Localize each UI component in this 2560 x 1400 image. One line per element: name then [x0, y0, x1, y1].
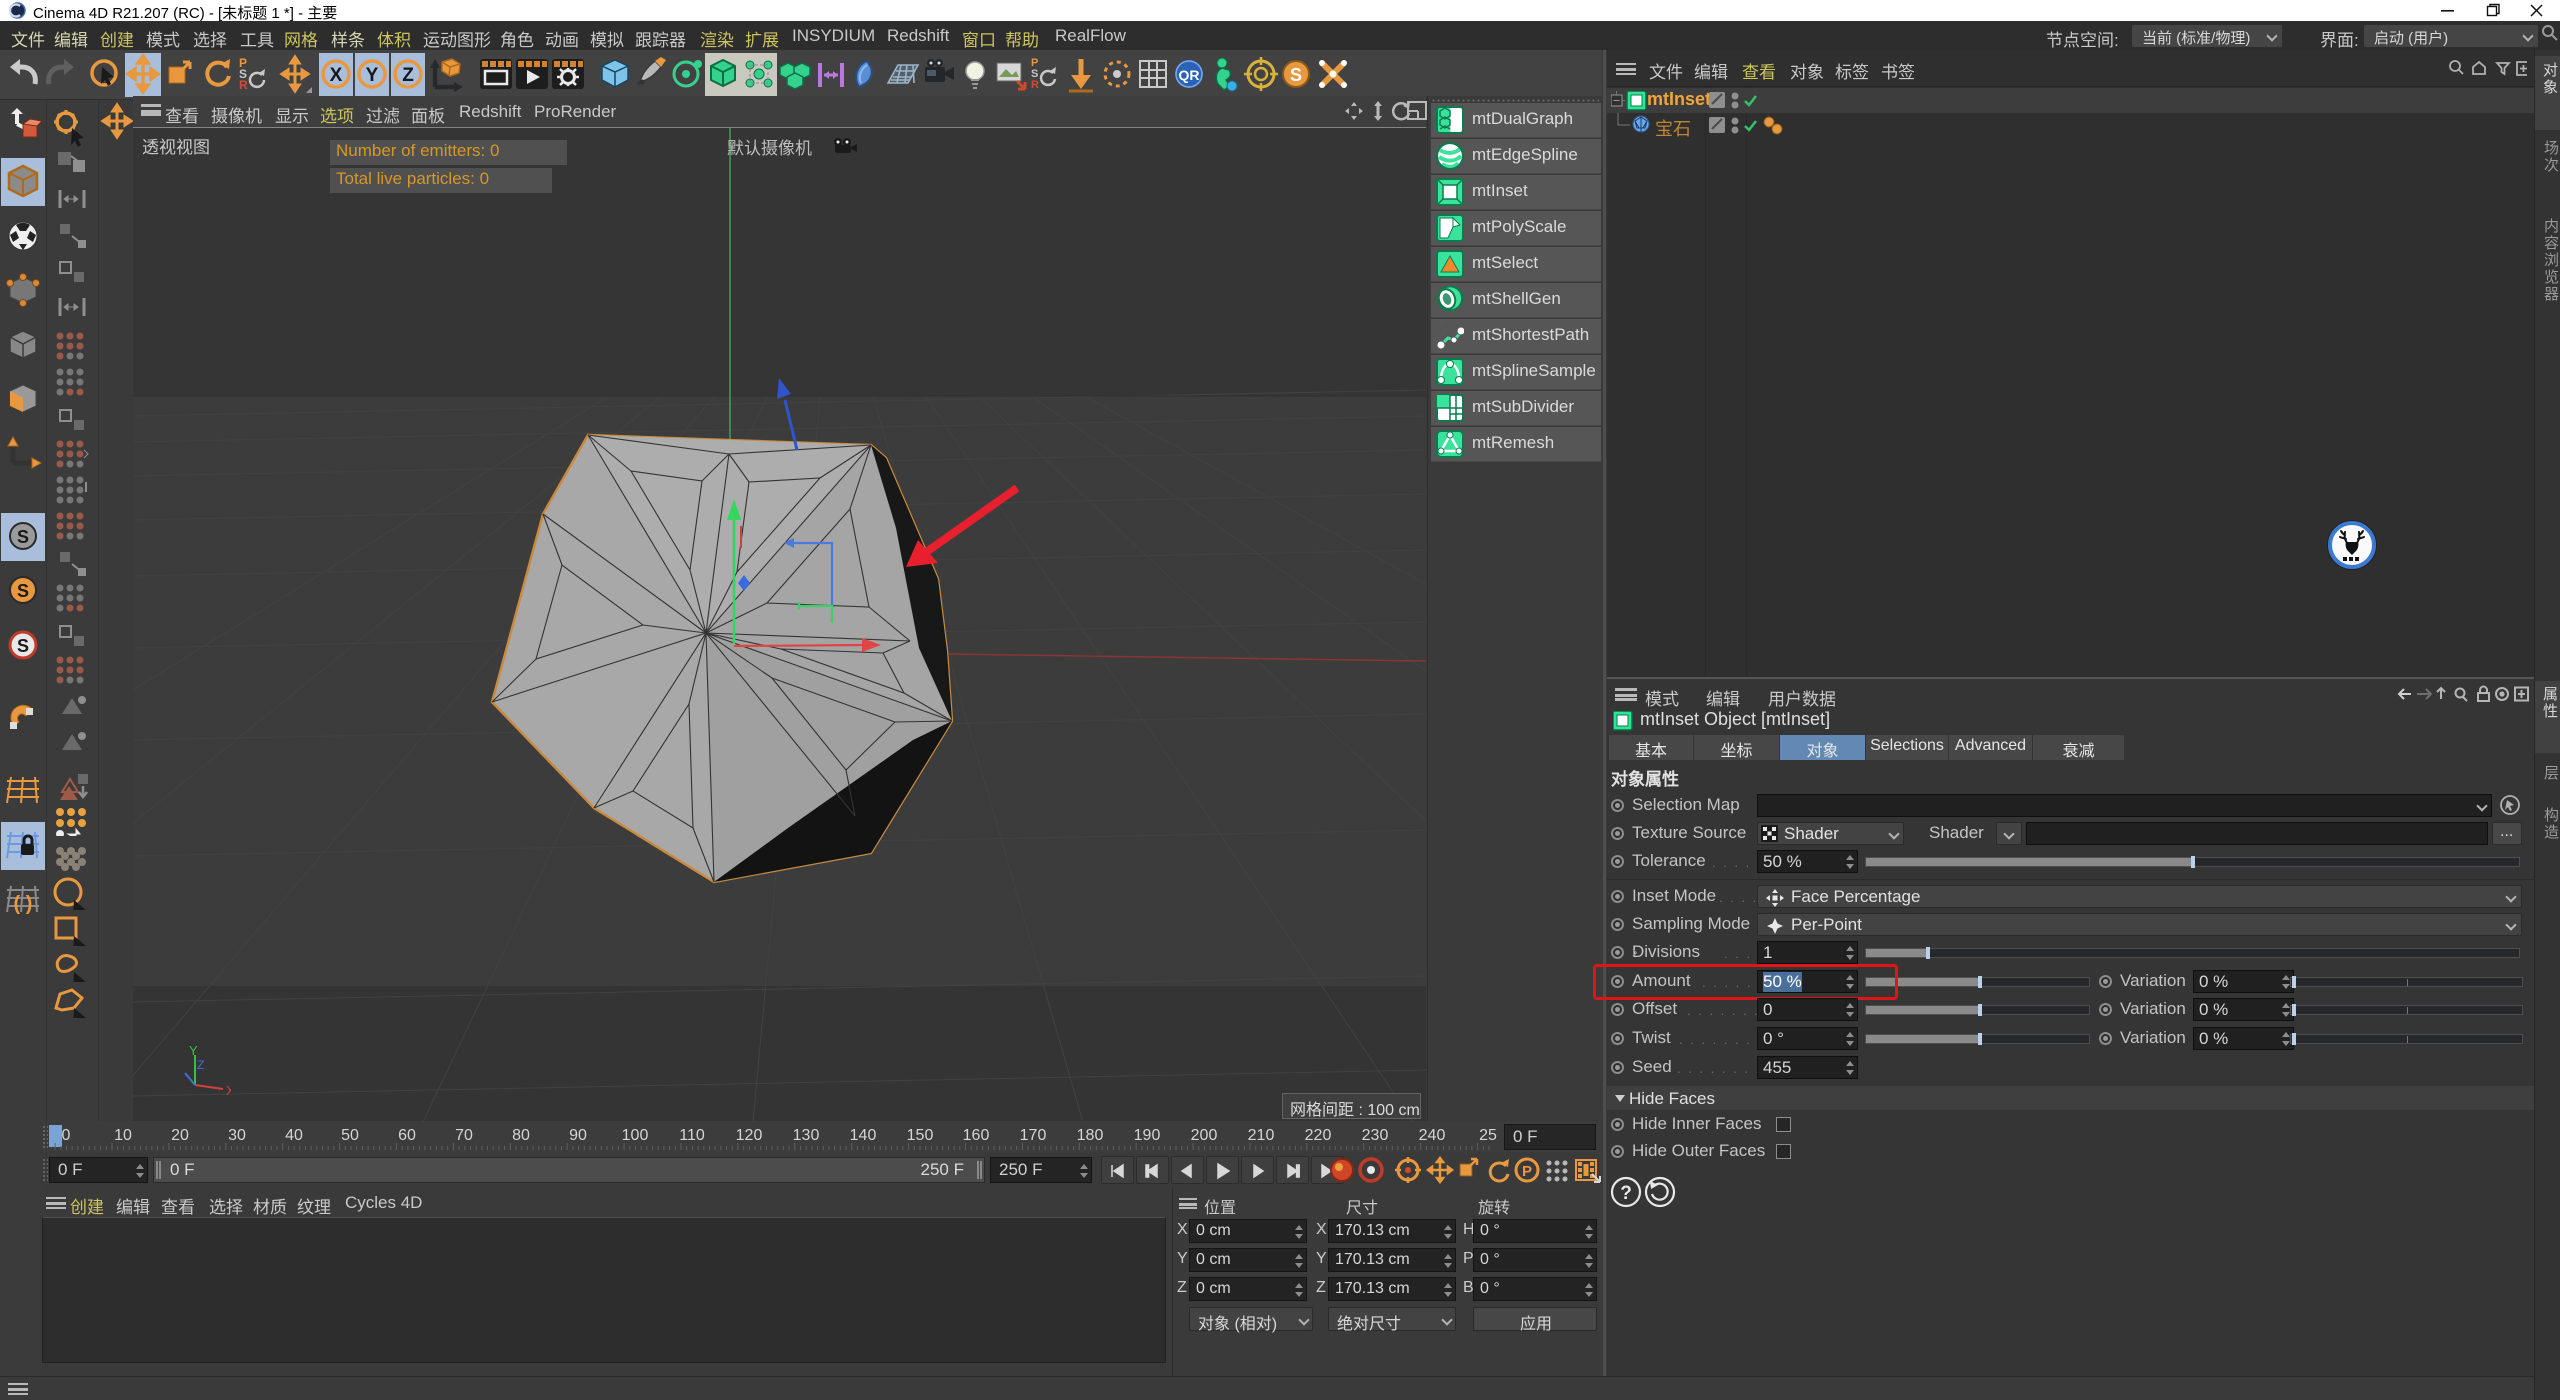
svg-text:X: X	[226, 1083, 231, 1098]
svg-text:S: S	[1290, 65, 1302, 85]
svg-text:110: 110	[679, 1127, 705, 1144]
svg-text:( ): ( )	[14, 893, 33, 915]
svg-text:150: 150	[907, 1127, 934, 1144]
svg-text:S: S	[17, 636, 29, 656]
svg-text:R: R	[1031, 79, 1039, 91]
svg-text:240: 240	[1419, 1127, 1446, 1144]
svg-text:X: X	[330, 65, 343, 86]
svg-text:220: 220	[1305, 1127, 1332, 1144]
svg-text:40: 40	[285, 1127, 303, 1144]
svg-text:?: ?	[1620, 1183, 1632, 1204]
svg-text:20: 20	[171, 1127, 189, 1144]
svg-text:S: S	[17, 527, 29, 547]
svg-text:190: 190	[1134, 1127, 1161, 1144]
svg-text:100: 100	[622, 1127, 649, 1144]
svg-text:180: 180	[1077, 1127, 1104, 1144]
svg-text:QR: QR	[1179, 67, 1200, 83]
svg-text:230: 230	[1362, 1127, 1389, 1144]
svg-text:0: 0	[62, 1127, 71, 1144]
svg-text:90: 90	[569, 1127, 587, 1144]
svg-text:25: 25	[1479, 1127, 1497, 1144]
svg-text:80: 80	[512, 1127, 530, 1144]
svg-text:10: 10	[114, 1127, 132, 1144]
svg-text:170: 170	[1020, 1127, 1047, 1144]
svg-text:30: 30	[228, 1127, 246, 1144]
svg-text:210: 210	[1248, 1127, 1275, 1144]
svg-text:Y: Y	[366, 65, 379, 86]
svg-text:70: 70	[455, 1127, 473, 1144]
svg-text:R: R	[239, 78, 248, 92]
svg-text:50: 50	[341, 1127, 359, 1144]
svg-text:160: 160	[963, 1127, 990, 1144]
svg-text:200: 200	[1191, 1127, 1218, 1144]
svg-text:P: P	[1522, 1163, 1532, 1180]
svg-text:140: 140	[850, 1127, 877, 1144]
svg-text:120: 120	[736, 1127, 763, 1144]
svg-text:Y: Y	[189, 1043, 198, 1058]
svg-text:60: 60	[398, 1127, 416, 1144]
svg-text:130: 130	[793, 1127, 820, 1144]
svg-text:Z: Z	[402, 65, 414, 86]
svg-text:S: S	[17, 581, 29, 601]
svg-text:Z: Z	[197, 1058, 204, 1072]
